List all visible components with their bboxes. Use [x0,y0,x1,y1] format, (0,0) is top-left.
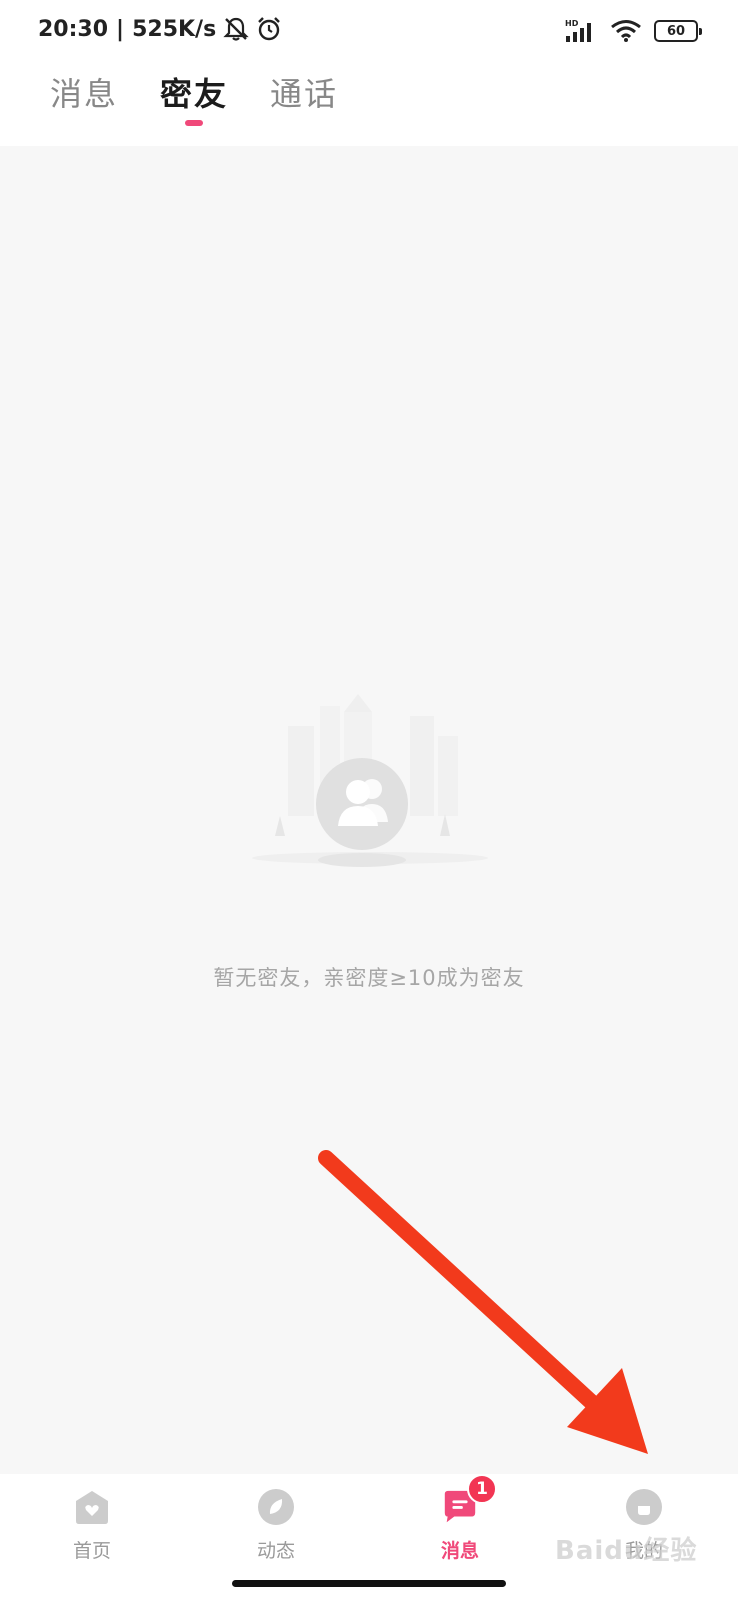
tab-close-friends[interactable]: 密友 [160,72,228,126]
tab-bar: 消息 密友 通话 [50,72,338,126]
wifi-icon [610,19,642,43]
status-bar: 20:30 | 525K/s HD 60 [0,0,738,62]
watermark: Baidu经验 [555,1536,698,1566]
tab-active-indicator [185,120,204,126]
tab-calls[interactable]: 通话 [270,72,338,126]
tab-label: 通话 [270,75,339,113]
message-icon: 1 [441,1474,497,1526]
signal-icon: HD [564,18,598,44]
status-right: HD 60 [564,18,702,44]
nav-home[interactable]: 首页 [32,1488,152,1574]
header: 消息 密友 通话 [0,62,738,146]
battery-icon: 60 [654,20,702,42]
nav-feed[interactable]: 动态 [216,1488,336,1574]
tab-label: 消息 [50,75,119,113]
empty-state-text: 暂无密友，亲密度≥10成为密友 [213,966,525,990]
main-content: 暂无密友，亲密度≥10成为密友 [0,146,738,1474]
empty-illustration [240,686,500,886]
alarm-icon [256,16,282,42]
nav-label: 首页 [72,1540,111,1562]
nav-label: 消息 [440,1540,479,1562]
tab-messages[interactable]: 消息 [50,72,118,126]
nav-label: 动态 [256,1540,295,1562]
nav-messages[interactable]: 1 消息 [400,1474,520,1574]
bell-muted-icon [222,16,250,42]
network-label: HD [565,19,579,28]
profile-icon [625,1488,663,1526]
home-icon [73,1488,111,1526]
status-separator: | [116,16,125,42]
home-indicator[interactable] [232,1580,506,1587]
status-net-speed: 525K/s [132,16,217,42]
status-left: 20:30 | 525K/s [38,16,282,42]
unread-badge: 1 [467,1474,497,1504]
tab-label: 密友 [160,75,229,113]
leaf-icon [257,1488,295,1526]
status-time: 20:30 [38,16,109,42]
